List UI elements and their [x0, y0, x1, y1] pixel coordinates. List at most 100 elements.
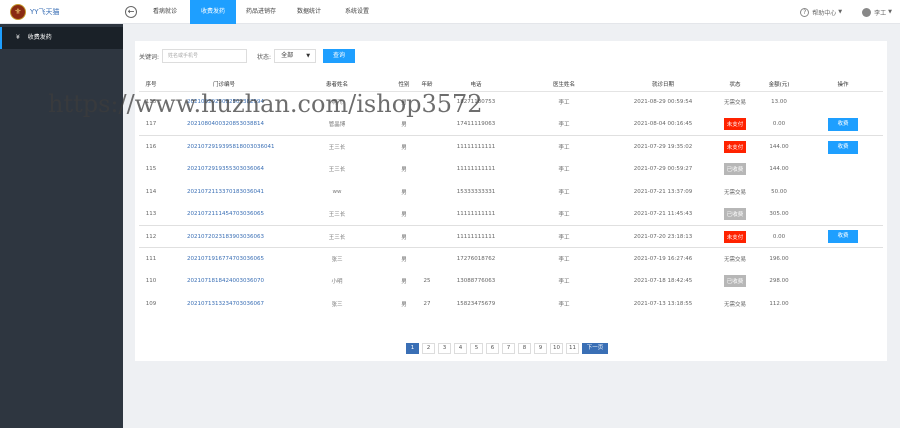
page-button-2[interactable]: 2 [422, 343, 435, 354]
sidebar: ¥ 收费发药 [0, 24, 123, 428]
tab-drug-inventory[interactable]: 药品进销存 [238, 0, 284, 24]
cell-gender: 男 [401, 167, 407, 174]
status-badge: 已收费 [723, 207, 747, 220]
cell-no: 112 [139, 224, 163, 248]
cell-action [803, 293, 883, 315]
app-title: YY飞天猫 [30, 8, 60, 16]
cell-status: 无需交易 [715, 293, 755, 315]
cell-phone: 11111111111 [435, 135, 517, 159]
col-phone: 电话 [435, 77, 517, 92]
user-name: 李工 [874, 9, 887, 17]
avatar [862, 7, 872, 17]
cell-no: 109 [145, 300, 157, 307]
page-button-4[interactable]: 4 [454, 343, 467, 354]
cell-amount: 144.00 [769, 166, 789, 173]
tab-statistics[interactable]: 数据统计 [286, 0, 332, 24]
page-button-7[interactable]: 7 [502, 343, 515, 354]
table-row: 110 2021071818424003036070 小明 男 25 1308877606… [139, 270, 883, 292]
cell-no: 111 [139, 247, 163, 271]
page-button-9[interactable]: 9 [534, 343, 547, 354]
cell-code[interactable]: 2021072919355303036064 [163, 158, 285, 180]
charge-button[interactable]: 收费 [828, 230, 858, 244]
page-button-10[interactable]: 10 [550, 343, 563, 354]
cell-no: 114 [145, 188, 157, 195]
status-badge: 无需交易 [723, 100, 746, 107]
search-form: 关键词: 姓名或手机号 状态: 全部 ▼ 查询 [139, 49, 356, 63]
col-amount: 金额(元) [755, 77, 803, 92]
cell-phone: 13088776063 [456, 278, 496, 285]
charge-button[interactable]: 收费 [828, 140, 858, 154]
cell-phone: 17276018762 [435, 247, 517, 271]
cell-code[interactable]: 2021071916774703036065 [163, 247, 285, 271]
cell-gender: 男 [389, 224, 419, 248]
cell-code[interactable]: 2021072919395818003036041 [163, 135, 285, 159]
page-button-11[interactable]: 11 [566, 343, 579, 354]
cell-gender: 男 [401, 189, 407, 196]
col-status: 状态 [715, 77, 755, 92]
cell-action: 收费 [803, 135, 883, 159]
back-arrow-icon[interactable]: ← [125, 6, 137, 18]
cell-no: 116 [139, 135, 163, 159]
cell-status: 无需交易 [715, 90, 755, 114]
cell-date: 2021-08-29 00:59:54 [611, 90, 715, 114]
cell-amount: 0.00 [755, 224, 803, 248]
col-action: 操作 [803, 77, 883, 92]
user-menu[interactable]: 李工 ▼ [862, 7, 892, 17]
cell-name: 王三长 [328, 211, 346, 218]
cell-doctor: 李工 [517, 247, 611, 271]
tab-charge-dispense[interactable]: 收费发药 [190, 0, 236, 24]
tab-settings[interactable]: 系统设置 [334, 0, 380, 24]
cell-code[interactable]: 2021071313234703036067 [163, 293, 285, 315]
logo-badge-icon: ⚜ [10, 4, 26, 20]
page-button-8[interactable]: 8 [518, 343, 531, 354]
next-page-button[interactable]: 下一页 [582, 343, 608, 354]
table-row: 111 2021071916774703036065 张三男 17276018762 李… [139, 247, 883, 271]
keyword-input[interactable]: 姓名或手机号 [162, 49, 248, 63]
cell-doctor: 李工 [558, 122, 570, 129]
page-button-6[interactable]: 6 [486, 343, 499, 354]
cell-doctor: 李工 [517, 135, 611, 159]
cell-name: 张三 [285, 247, 389, 271]
cell-action [803, 247, 883, 271]
cell-status: 已收费 [715, 158, 755, 180]
page-button-5[interactable]: 5 [470, 343, 483, 354]
page-button-3[interactable]: 3 [438, 343, 451, 354]
cell-code[interactable]: 2021072023183903036063 [163, 224, 285, 248]
cell-gender: 男 [401, 301, 407, 308]
cell-code[interactable]: 2021071818424003036070 [163, 270, 285, 292]
help-center-link[interactable]: ? 帮助中心 ▼ [800, 7, 842, 17]
cell-age [419, 135, 435, 159]
cell-doctor: 李工 [558, 167, 570, 174]
top-nav: 看病就诊 收费发药 药品进销存 数据统计 系统设置 [142, 0, 382, 24]
status-badge: 无需交易 [723, 189, 746, 196]
cell-no: 115 [145, 166, 157, 173]
cell-code[interactable]: 2021072111454703036065 [163, 203, 285, 225]
cell-code[interactable]: 2021072113370183036041 [163, 181, 285, 203]
cell-date: 2021-07-29 00:59:27 [633, 166, 693, 173]
cell-phone: 15333333331 [456, 188, 496, 195]
pagination: 1 2 3 4 5 6 7 8 9 10 11 下一页 [406, 343, 611, 354]
help-icon: ? [800, 7, 810, 17]
col-age: 年龄 [419, 77, 435, 92]
search-button[interactable]: 查询 [323, 49, 356, 63]
cell-action [803, 270, 883, 292]
cell-action [803, 203, 883, 225]
tab-consultation[interactable]: 看病就诊 [142, 0, 188, 24]
cell-doctor: 李工 [558, 211, 570, 218]
keyword-label: 关键词: [139, 53, 160, 61]
help-label: 帮助中心 [812, 9, 837, 17]
cell-action: 收费 [803, 224, 883, 248]
sidebar-item-charge-dispense[interactable]: ¥ 收费发药 [0, 27, 123, 49]
cell-gender: 男 [389, 247, 419, 271]
col-gender: 性别 [389, 77, 419, 92]
cell-phone: 11111111111 [435, 224, 517, 248]
status-select[interactable]: 全部 ▼ [274, 49, 317, 63]
cell-name: 王三长 [285, 135, 389, 159]
page-button-1[interactable]: 1 [406, 343, 419, 354]
cell-status: 已收费 [715, 203, 755, 225]
charge-button[interactable]: 收费 [828, 117, 858, 131]
col-date: 就诊日期 [611, 77, 715, 92]
table-row: 109 2021071313234703036067 张三 男 27 1582347567… [139, 293, 883, 315]
cell-no: 110 [145, 278, 157, 285]
yen-icon: ¥ [16, 34, 20, 41]
